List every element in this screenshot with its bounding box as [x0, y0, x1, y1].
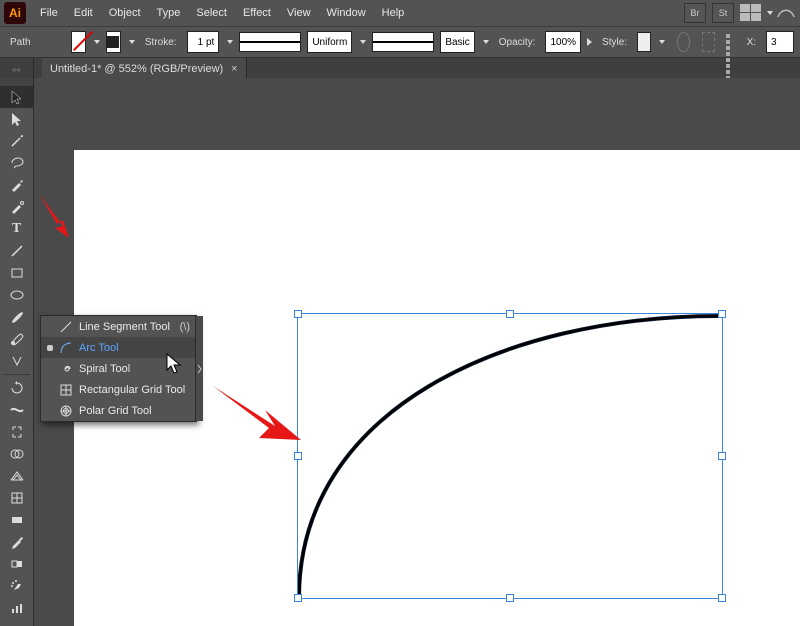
flyout-item-label: Spiral Tool: [79, 363, 190, 375]
tab-close-icon[interactable]: ×: [231, 63, 237, 75]
selection-bounding-box[interactable]: [297, 313, 723, 599]
blob-brush-tool[interactable]: [0, 328, 33, 350]
variable-width-profile[interactable]: [239, 32, 301, 52]
mesh-tool[interactable]: [0, 487, 33, 509]
menu-edit[interactable]: Edit: [66, 3, 101, 23]
flyout-item-label: Line Segment Tool: [79, 321, 180, 333]
x-label: X:: [743, 35, 760, 50]
opacity-label: Opacity:: [495, 35, 540, 50]
selection-info-label: Path: [6, 35, 35, 50]
flyout-item-label: Arc Tool: [79, 342, 190, 354]
polar-grid-icon: [57, 404, 75, 418]
direct-selection-tool[interactable]: [0, 108, 33, 130]
brush-dropdown-icon[interactable]: [481, 40, 489, 44]
rectangular-grid-icon: [57, 383, 75, 397]
flyout-line-segment-tool[interactable]: Line Segment Tool (\): [41, 316, 196, 337]
variable-width-dropdown-icon[interactable]: [358, 40, 366, 44]
flyout-item-shortcut: (\): [180, 321, 190, 333]
free-transform-tool[interactable]: [0, 421, 33, 443]
stroke-label: Stroke:: [141, 35, 181, 50]
annotation-arrow-icon: [33, 190, 73, 240]
line-tool-flyout-menu: Line Segment Tool (\) Arc Tool Spiral To…: [40, 315, 197, 422]
flyout-item-label: Polar Grid Tool: [79, 405, 190, 417]
gradient-tool[interactable]: [0, 509, 33, 531]
menu-window[interactable]: Window: [319, 3, 374, 23]
variable-width-profile-label: Uniform: [307, 31, 352, 53]
menu-file[interactable]: File: [32, 3, 66, 23]
lasso-tool[interactable]: [0, 152, 33, 174]
eyedropper-tool[interactable]: [0, 531, 33, 553]
flyout-rectangular-grid-tool[interactable]: Rectangular Grid Tool: [41, 379, 196, 400]
perspective-grid-tool[interactable]: [0, 465, 33, 487]
rotate-tool[interactable]: [0, 377, 33, 399]
symbol-sprayer-tool[interactable]: [0, 575, 33, 597]
column-graph-tool[interactable]: [0, 597, 33, 619]
toolbar-collapse-grip[interactable]: ««: [0, 58, 34, 80]
opacity-input[interactable]: 100%: [545, 31, 581, 53]
menu-object[interactable]: Object: [101, 3, 149, 23]
menu-type[interactable]: Type: [149, 3, 189, 23]
curvature-tool[interactable]: [0, 196, 33, 218]
flyout-arc-tool[interactable]: Arc Tool: [41, 337, 196, 358]
app-logo-icon: Ai: [4, 2, 26, 24]
flyout-polar-grid-tool[interactable]: Polar Grid Tool: [41, 400, 196, 421]
rectangle-tool[interactable]: [0, 262, 33, 284]
type-tool[interactable]: T: [0, 218, 33, 240]
fill-swatch[interactable]: [71, 31, 86, 53]
menu-view[interactable]: View: [279, 3, 319, 23]
graphic-style-swatch[interactable]: [637, 32, 651, 52]
stroke-weight-dropdown-icon[interactable]: [225, 40, 233, 44]
recolor-artwork-icon[interactable]: [677, 32, 690, 52]
stock-launch-icon[interactable]: St: [712, 3, 734, 23]
gpu-preview-icon[interactable]: [776, 5, 796, 21]
graphic-style-dropdown-icon[interactable]: [657, 40, 665, 44]
transform-panel-icon[interactable]: [725, 33, 737, 51]
control-bar: Path Stroke: 1 pt Uniform Basic Opacity:…: [0, 27, 800, 58]
document-tab-title: Untitled-1* @ 552% (RGB/Preview): [50, 63, 223, 75]
stroke-weight-input[interactable]: 1 pt: [187, 31, 220, 53]
menu-help[interactable]: Help: [374, 3, 413, 23]
stroke-swatch-dropdown-icon[interactable]: [127, 40, 135, 44]
tools-panel: T: [0, 78, 34, 626]
brush-definition[interactable]: [372, 32, 434, 52]
flyout-spiral-tool[interactable]: Spiral Tool: [41, 358, 196, 379]
flyout-tearoff-handle[interactable]: [195, 316, 203, 421]
arrange-documents-dropdown-icon[interactable]: [767, 11, 773, 15]
shaper-tool[interactable]: [0, 350, 33, 372]
line-segment-icon: [57, 320, 75, 334]
pen-tool[interactable]: [0, 174, 33, 196]
selection-tool[interactable]: [0, 86, 33, 108]
flyout-item-label: Rectangular Grid Tool: [79, 384, 190, 396]
style-label: Style:: [598, 35, 631, 50]
blend-tool[interactable]: [0, 553, 33, 575]
brush-definition-label: Basic: [440, 31, 474, 53]
arrange-documents-icon[interactable]: [740, 4, 762, 22]
align-icon[interactable]: [702, 32, 715, 52]
arc-icon: [57, 341, 75, 355]
bridge-launch-icon[interactable]: Br: [684, 3, 706, 23]
menu-effect[interactable]: Effect: [235, 3, 279, 23]
magic-wand-tool[interactable]: [0, 130, 33, 152]
stroke-swatch[interactable]: [106, 31, 121, 53]
menubar: Ai File Edit Object Type Select Effect V…: [0, 0, 800, 27]
opacity-dropdown-icon[interactable]: [587, 38, 592, 46]
ellipse-tool[interactable]: [0, 284, 33, 306]
line-segment-tool[interactable]: [0, 240, 33, 262]
paintbrush-tool[interactable]: [0, 306, 33, 328]
menu-select[interactable]: Select: [188, 3, 235, 23]
width-tool[interactable]: [0, 399, 33, 421]
spiral-icon: [57, 362, 75, 376]
document-tab[interactable]: Untitled-1* @ 552% (RGB/Preview) ×: [42, 58, 247, 80]
fill-swatch-dropdown-icon[interactable]: [92, 40, 100, 44]
shape-builder-tool[interactable]: [0, 443, 33, 465]
x-input[interactable]: 3: [766, 31, 794, 53]
